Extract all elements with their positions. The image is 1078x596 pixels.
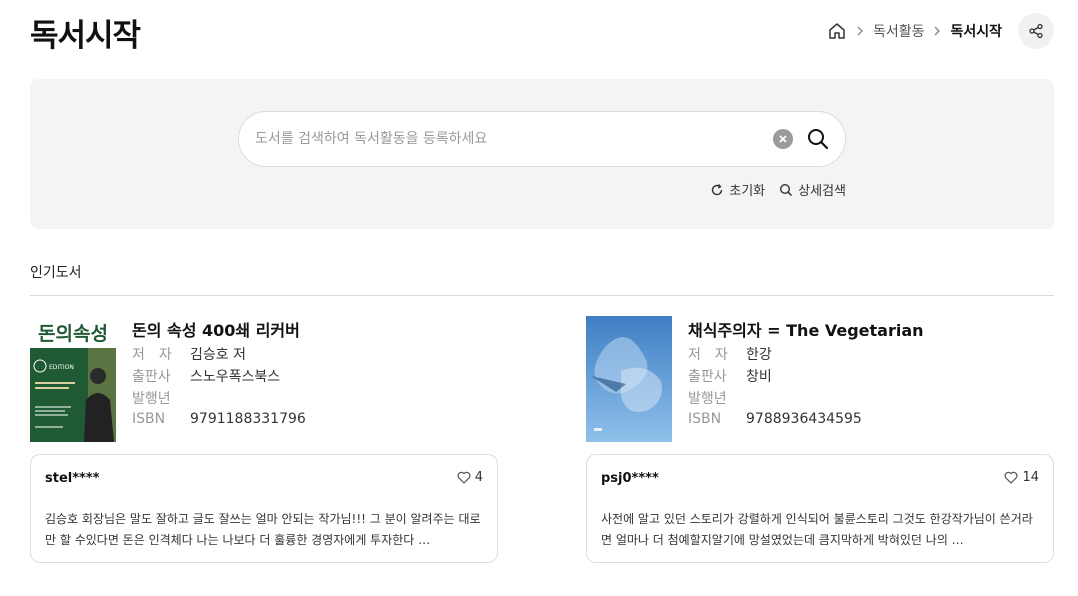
share-button[interactable] — [1018, 13, 1054, 49]
search-panel: 초기화 상세검색 — [30, 79, 1054, 229]
review-text: 사전에 알고 있던 스토리가 강렬하게 인식되어 불륜스토리 그것도 한강작가님… — [601, 512, 1033, 547]
year-label: 발행년 — [688, 391, 727, 407]
close-icon — [779, 135, 787, 143]
author-value: 한강 — [746, 347, 772, 363]
search-box — [238, 111, 846, 167]
isbn-value: 9791188331796 — [190, 411, 306, 427]
book-title[interactable]: 돈의 속성 400쇄 리커버 — [132, 317, 300, 341]
refresh-icon — [712, 183, 723, 195]
reset-button[interactable]: 초기화 — [710, 180, 765, 199]
book-cover[interactable] — [586, 316, 672, 442]
breadcrumb-item-current: 독서시작 — [950, 24, 1002, 40]
author-row: 저 자 한강 — [688, 344, 772, 364]
book-title[interactable]: 채식주의자 = The Vegetarian — [688, 317, 924, 341]
divider — [30, 295, 1054, 296]
author-row: 저 자 김승호 저 — [132, 344, 246, 364]
isbn-row: ISBN 9791188331796 — [132, 411, 306, 427]
clear-search-button[interactable] — [773, 129, 793, 149]
author-value: 김승호 저 — [190, 347, 246, 363]
book-card[interactable]: 돈의속성 EDITION 돈의 속성 400쇄 리커버 저 자 김승호 저 출판사… — [30, 316, 500, 446]
section-title-popular-books: 인기도서 — [30, 265, 82, 281]
heart-icon — [1004, 471, 1018, 484]
year-row: 발행년 — [132, 388, 190, 408]
search-icon — [808, 129, 829, 150]
cover-title-text: 돈의속성 — [38, 323, 108, 345]
advanced-search-button[interactable]: 상세검색 — [779, 180, 846, 199]
share-icon — [1029, 23, 1043, 39]
review-user: stel**** — [45, 471, 100, 486]
search-icon — [780, 183, 793, 196]
book-card[interactable]: 채식주의자 = The Vegetarian 저 자 한강 출판사 창비 발행년 I… — [586, 316, 1056, 446]
chevron-right-icon — [924, 26, 950, 36]
isbn-row: ISBN 9788936434595 — [688, 411, 862, 427]
search-input[interactable] — [255, 112, 755, 166]
breadcrumb-item-reading-activity[interactable]: 독서활동 — [873, 21, 925, 41]
like-count: 14 — [1022, 470, 1039, 485]
home-icon[interactable] — [827, 21, 847, 41]
year-row: 발행년 — [688, 388, 746, 408]
like-button[interactable]: 14 — [1004, 470, 1039, 485]
publisher-label: 출판사 — [688, 369, 727, 385]
heart-icon — [457, 471, 471, 484]
cover-edition-text: EDITION — [49, 364, 74, 371]
publisher-row: 출판사 창비 — [688, 366, 772, 386]
publisher-value: 스노우폭스북스 — [190, 369, 281, 385]
author-label: 저 자 — [132, 347, 172, 363]
isbn-value: 9788936434595 — [746, 411, 862, 427]
isbn-label: ISBN — [132, 411, 166, 427]
publisher-value: 창비 — [746, 369, 772, 385]
publisher-label: 출판사 — [132, 369, 171, 385]
review-card[interactable]: stel**** 4 김승호 회장님은 말도 잘하고 글도 잘쓰는 얼마 안되는… — [30, 454, 498, 563]
like-count: 4 — [474, 470, 483, 485]
author-label: 저 자 — [688, 347, 728, 363]
publisher-row: 출판사 스노우폭스북스 — [132, 366, 280, 386]
reset-label: 초기화 — [729, 184, 766, 199]
search-button[interactable] — [805, 126, 831, 152]
isbn-label: ISBN — [688, 411, 722, 427]
like-button[interactable]: 4 — [457, 470, 483, 485]
review-card[interactable]: psj0**** 14 사전에 알고 있던 스토리가 강렬하게 인식되어 불륜스… — [586, 454, 1054, 563]
page-title: 독서시작 — [30, 18, 141, 54]
search-options: 초기화 상세검색 — [710, 180, 846, 199]
book-cover[interactable]: 돈의속성 EDITION — [30, 316, 116, 442]
review-user: psj0**** — [601, 471, 659, 486]
breadcrumb: 독서활동 독서시작 — [827, 13, 1054, 49]
review-text: 김승호 회장님은 말도 잘하고 글도 잘쓰는 얼마 안되는 작가님!!! 그 분… — [45, 512, 481, 547]
chevron-right-icon — [847, 26, 873, 36]
year-label: 발행년 — [132, 391, 171, 407]
advanced-search-label: 상세검색 — [798, 184, 846, 199]
